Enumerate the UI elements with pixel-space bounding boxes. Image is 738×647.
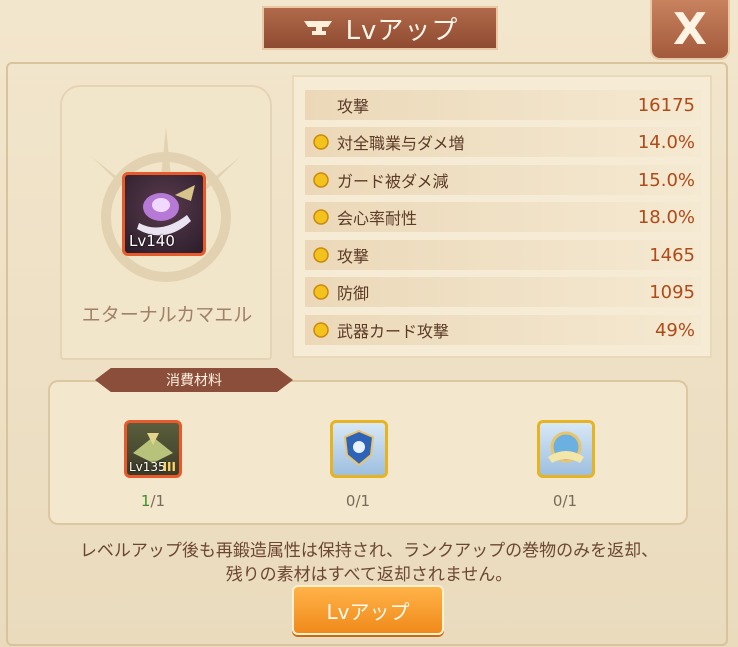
stat-row: 武器カード攻撃 49% (305, 315, 701, 345)
description-line: 残りの素材はすべて返却されません。 (225, 565, 513, 585)
stat-row: ガード被ダメ減 15.0% (305, 165, 701, 195)
coin-icon (313, 209, 329, 225)
stat-value: 14.0% (637, 131, 695, 153)
material-required: /1 (355, 492, 371, 510)
material-required: /1 (562, 492, 578, 510)
stat-value: 18.0% (637, 206, 695, 228)
stat-label: 会心率耐性 (337, 209, 418, 228)
stat-row: 会心率耐性 18.0% (305, 202, 701, 232)
material-level: Lv135 (129, 460, 166, 474)
wing-crest-icon (548, 431, 584, 463)
lv-up-button[interactable]: Lvアップ (292, 585, 444, 635)
close-button[interactable]: X (650, 0, 730, 60)
material-slot-crest[interactable] (537, 420, 595, 478)
stat-row: 対全職業与ダメ増 14.0% (305, 127, 701, 157)
stat-label: 防御 (337, 284, 370, 303)
description-line: レベルアップ後も再鍛造属性は保持され、ランクアップの巻物のみを返却、 (79, 541, 659, 561)
coin-icon (313, 134, 329, 150)
material-count: 0/1 (328, 492, 388, 510)
material-rank: III (162, 460, 176, 474)
stat-row: 防御 1095 (305, 277, 701, 307)
stat-value: 1095 (649, 281, 695, 303)
stat-label: 対全職業与ダメ増 (337, 134, 465, 153)
coin-icon (313, 322, 329, 338)
materials-title: 消費材料 (95, 368, 293, 392)
material-slot-weapon[interactable]: Lv135 III (124, 420, 182, 478)
item-name: エターナルカマエル (81, 304, 253, 326)
material-required: /1 (150, 492, 166, 510)
stat-label: ガード被ダメ減 (337, 172, 449, 191)
stat-label: 攻撃 (337, 97, 370, 116)
dialog-title: Lvアップ (345, 15, 459, 46)
shield-scroll-icon (343, 429, 375, 467)
equipment-slot[interactable]: Lv140 (122, 172, 206, 256)
coin-icon (313, 247, 329, 263)
stat-value: 1465 (649, 244, 695, 266)
lv-up-dialog: Lvアップ X Lv140 エターナルカマエル 攻撃 16175 対全職業与ダメ増 1… (0, 0, 738, 647)
coin-icon (313, 284, 329, 300)
close-icon: X (673, 3, 707, 55)
stat-value: 49% (654, 319, 695, 341)
material-slot-scroll[interactable] (330, 420, 388, 478)
stat-row: 攻撃 16175 (305, 90, 701, 120)
title-banner: Lvアップ (262, 6, 498, 50)
stat-row: 攻撃 1465 (305, 240, 701, 270)
material-count: 0/1 (535, 492, 595, 510)
stat-value: 15.0% (637, 169, 695, 191)
anvil-icon (303, 21, 332, 35)
material-count: 1/1 (123, 492, 183, 510)
coin-icon (313, 172, 329, 188)
stat-label: 攻撃 (337, 247, 370, 266)
lv-up-button-label: Lvアップ (326, 599, 410, 624)
stat-value: 16175 (637, 94, 695, 116)
stat-label: 武器カード攻撃 (337, 322, 450, 341)
item-level: Lv140 (129, 232, 175, 250)
